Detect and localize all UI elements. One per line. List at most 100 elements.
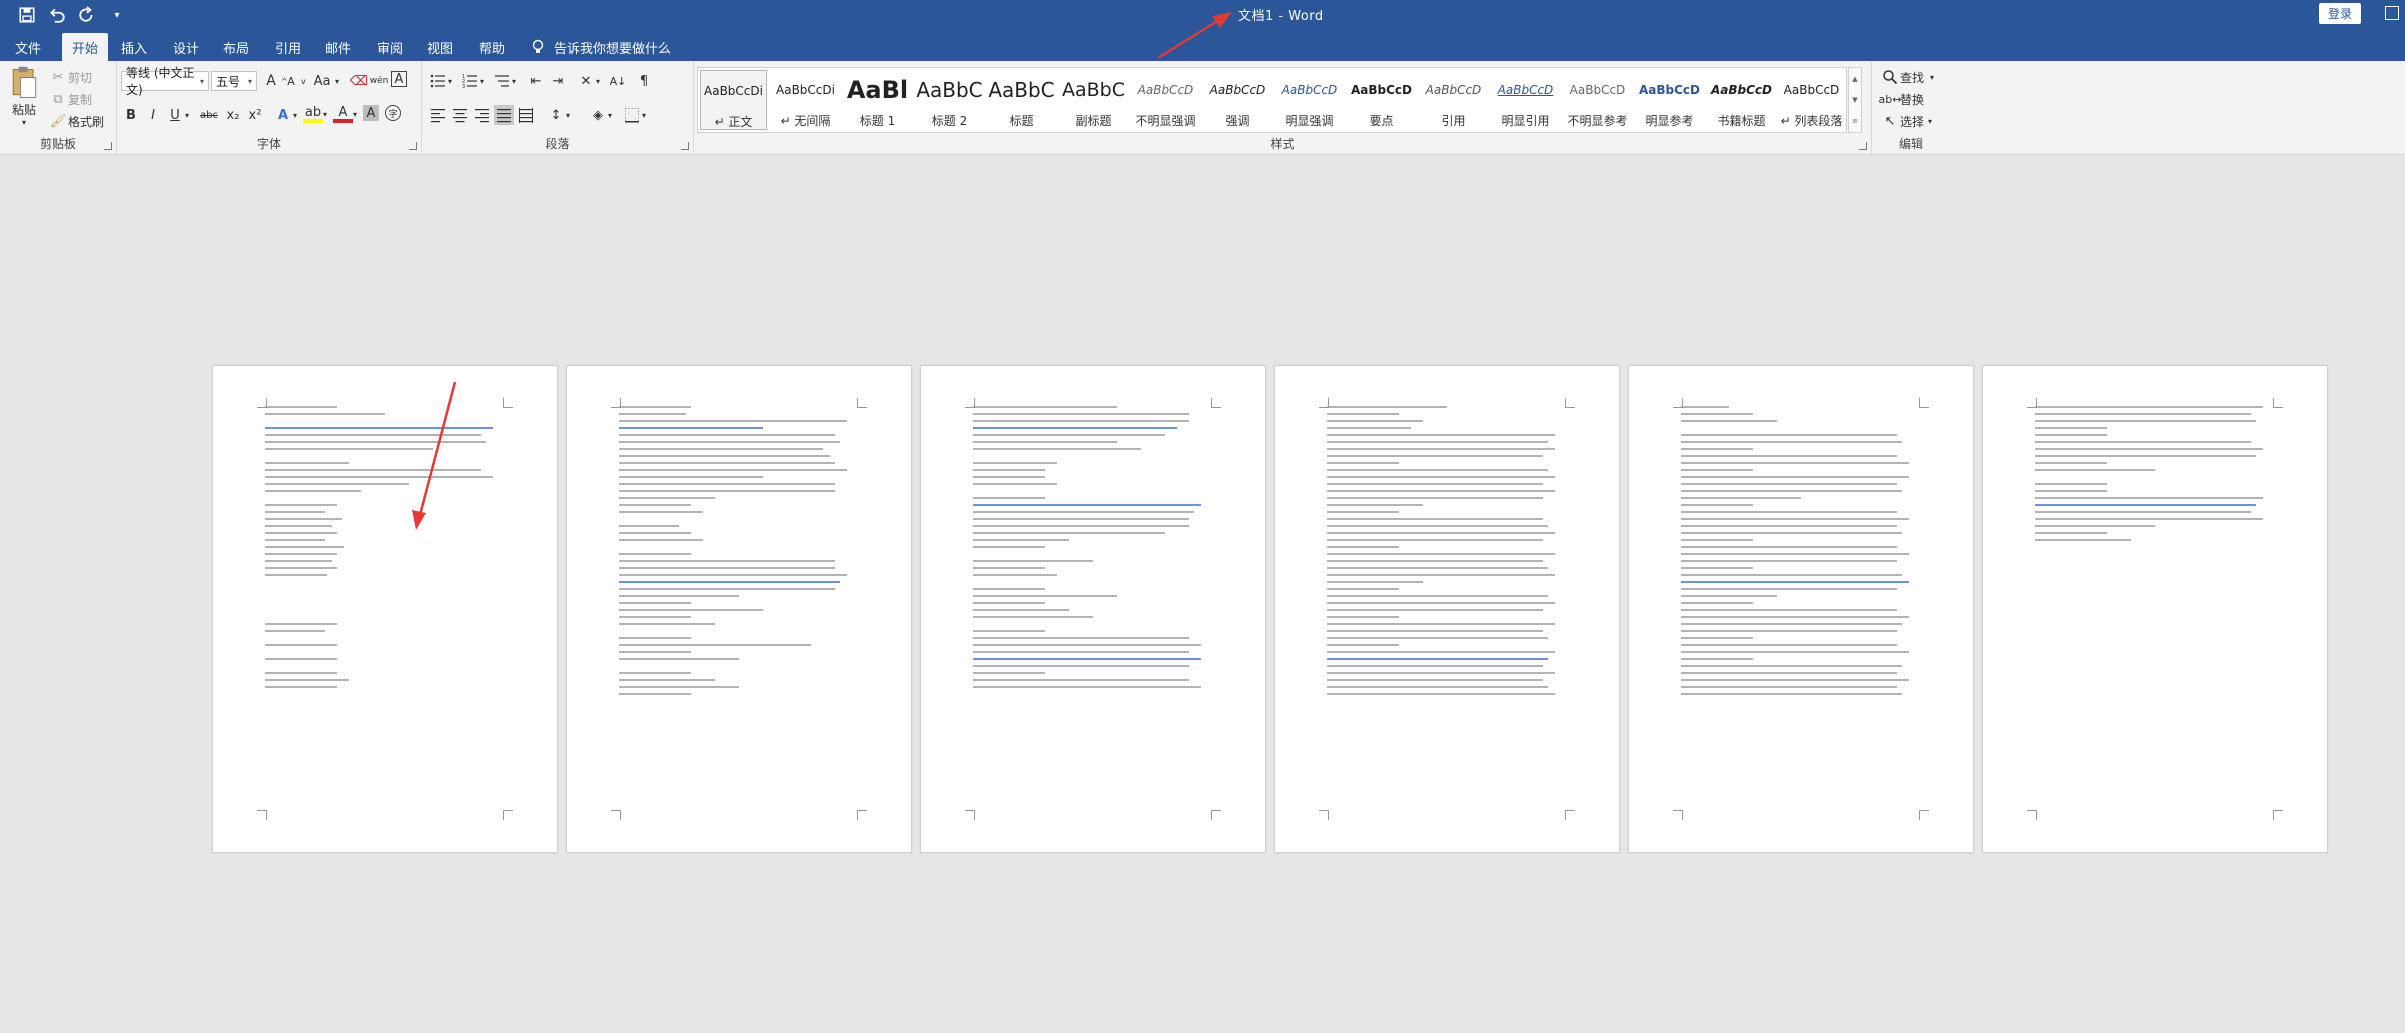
page-4[interactable] [1274, 365, 1620, 853]
style-list-paragraph[interactable]: AaBbCcD ↵ 列表段落 [1778, 70, 1845, 130]
text-line [1681, 406, 1729, 408]
undo-icon[interactable] [44, 4, 70, 26]
style-subtitle[interactable]: AaBbC 副标题 [1060, 70, 1127, 130]
cut-button[interactable]: ✂ 剪切 [48, 67, 92, 87]
tab-layout[interactable]: 布局 [216, 33, 256, 61]
font-color-button[interactable]: A ▾ [333, 105, 357, 123]
change-case-button[interactable]: Aa ▾ [309, 71, 339, 91]
style-intense-emphasis[interactable]: AaBbCcD 明显强调 [1276, 70, 1343, 130]
paste-button[interactable]: 粘贴 ▾ [6, 65, 42, 127]
style-sample: AaBbC [1061, 79, 1125, 101]
chevron-up-icon[interactable]: ▲ [1852, 75, 1857, 83]
shrink-font-icon: A [287, 74, 295, 88]
chevron-down-icon[interactable]: ▼ [1852, 96, 1857, 104]
char-border-button[interactable]: A [391, 71, 407, 87]
highlight-button[interactable]: ab ▾ [303, 105, 327, 123]
shading-button[interactable]: ◈ ▾ [588, 105, 612, 125]
tab-design[interactable]: 设计 [166, 33, 206, 61]
find-button[interactable]: 查找 ▾ [1880, 67, 1934, 87]
style-no-spacing[interactable]: AaBbCcDi ↵ 无间隔 [772, 70, 839, 130]
style-heading-1[interactable]: AaBl 标题 1 [844, 70, 911, 130]
style-intense-quote[interactable]: AaBbCcD 明显引用 [1492, 70, 1559, 130]
chinese-layout-button[interactable]: ✕ ▾ [576, 71, 600, 91]
strikethrough-button[interactable]: abc [197, 105, 221, 125]
style-heading-2[interactable]: AaBbC 标题 2 [916, 70, 983, 130]
redo-icon[interactable] [74, 4, 100, 26]
superscript-button[interactable]: x² [245, 105, 265, 125]
customize-icon[interactable]: ▾ [104, 4, 130, 26]
font-name-select[interactable]: 等线 (中文正文) ▾ [121, 66, 209, 97]
page-1[interactable] [212, 365, 558, 853]
justify-button[interactable] [494, 105, 514, 125]
tab-references[interactable]: 引用 [268, 33, 308, 61]
tab-home[interactable]: 开始 [62, 33, 108, 61]
font-launcher-icon[interactable] [409, 142, 417, 150]
style-name: ↵ 正文 [714, 115, 753, 129]
tab-insert[interactable]: 插入 [114, 33, 154, 61]
multilevel-list-button[interactable]: ▾ [492, 71, 516, 91]
text-effects-button[interactable]: A ▾ [273, 105, 297, 125]
phonetic-guide-button[interactable]: wén [369, 71, 389, 91]
style-subtle-reference[interactable]: AaBbCcD 不明显参考 [1564, 70, 1631, 130]
bold-button[interactable]: B [121, 105, 141, 125]
style-sample: AaBbCcD [1281, 83, 1338, 97]
distributed-button[interactable] [516, 105, 536, 125]
decrease-indent-button[interactable]: ⇤ [526, 71, 546, 91]
page-3[interactable] [920, 365, 1266, 853]
enclose-char-button[interactable]: 字 [385, 105, 401, 121]
text-line [619, 455, 831, 457]
tab-file[interactable]: 文件 [8, 33, 48, 61]
show-marks-button[interactable]: ¶ [634, 71, 654, 91]
style-name: 书籍标题 [1717, 114, 1766, 128]
login-button[interactable]: 登录 [2319, 3, 2361, 24]
replace-button[interactable]: ab↔ 替换 [1879, 89, 1924, 109]
save-icon[interactable] [14, 4, 40, 26]
page-2[interactable] [566, 365, 912, 853]
font-size-select[interactable]: 五号 ▾ [211, 71, 257, 91]
style-strong[interactable]: AaBbCcD 要点 [1348, 70, 1415, 130]
copy-button[interactable]: ⧉ 复制 [48, 89, 92, 109]
format-painter-button[interactable]: 🖌 格式刷 [48, 111, 104, 131]
bullets-button[interactable]: ▾ [428, 71, 452, 91]
page-6[interactable] [1982, 365, 2328, 853]
tell-me-box[interactable]: 告诉我你想要做什么 [530, 33, 671, 61]
tell-me-text: 告诉我你想要做什么 [554, 41, 672, 57]
subscript-button[interactable]: x₂ [223, 105, 243, 125]
style-emphasis[interactable]: AaBbCcD 强调 [1204, 70, 1271, 130]
align-right-button[interactable] [472, 105, 492, 125]
style-normal[interactable]: AaBbCcDi ↵ 正文 [700, 70, 767, 130]
tab-mailings[interactable]: 邮件 [318, 33, 358, 61]
clear-formatting-button[interactable]: ⌫ [349, 71, 369, 91]
shrink-font-button[interactable]: Av [281, 71, 306, 91]
clipboard-launcher-icon[interactable] [104, 142, 112, 150]
page-5[interactable] [1628, 365, 1974, 853]
numbering-button[interactable]: 1 2 3 ▾ [460, 71, 484, 91]
ribbon-display-icon[interactable] [2385, 6, 2399, 20]
align-left-button[interactable] [428, 105, 448, 125]
underline-button[interactable]: U ▾ [165, 105, 189, 125]
styles-launcher-icon[interactable] [1859, 142, 1867, 150]
align-center-button[interactable] [450, 105, 470, 125]
select-button[interactable]: ↖ 选择 ▾ [1880, 111, 1932, 131]
style-title[interactable]: AaBbC 标题 [988, 70, 1055, 130]
tab-view[interactable]: 视图 [420, 33, 460, 61]
text-line [973, 616, 1093, 618]
italic-button[interactable]: I [143, 105, 163, 125]
page-corner-mark [1319, 810, 1329, 820]
more-icon[interactable]: ≡ [1852, 117, 1858, 125]
tab-help[interactable]: 帮助 [472, 33, 512, 61]
char-shading-button[interactable]: A [363, 105, 379, 121]
increase-indent-button[interactable]: ⇥ [548, 71, 568, 91]
style-quote[interactable]: AaBbCcD 引用 [1420, 70, 1487, 130]
style-subtle-emphasis[interactable]: AaBbCcD 不明显强调 [1132, 70, 1199, 130]
styles-gallery-scroll[interactable]: ▲ ▼ ≡ [1848, 67, 1862, 133]
borders-button[interactable]: ▾ [622, 105, 646, 125]
line-spacing-button[interactable]: ↕ ▾ [546, 105, 570, 125]
text-line [973, 532, 1165, 534]
style-intense-reference[interactable]: AaBbCcD 明显参考 [1636, 70, 1703, 130]
sort-button[interactable]: A↓ [608, 71, 628, 91]
tab-review[interactable]: 审阅 [370, 33, 410, 61]
paragraph-launcher-icon[interactable] [681, 142, 689, 150]
style-book-title[interactable]: AaBbCcD 书籍标题 [1708, 70, 1775, 130]
text-line [619, 574, 847, 576]
